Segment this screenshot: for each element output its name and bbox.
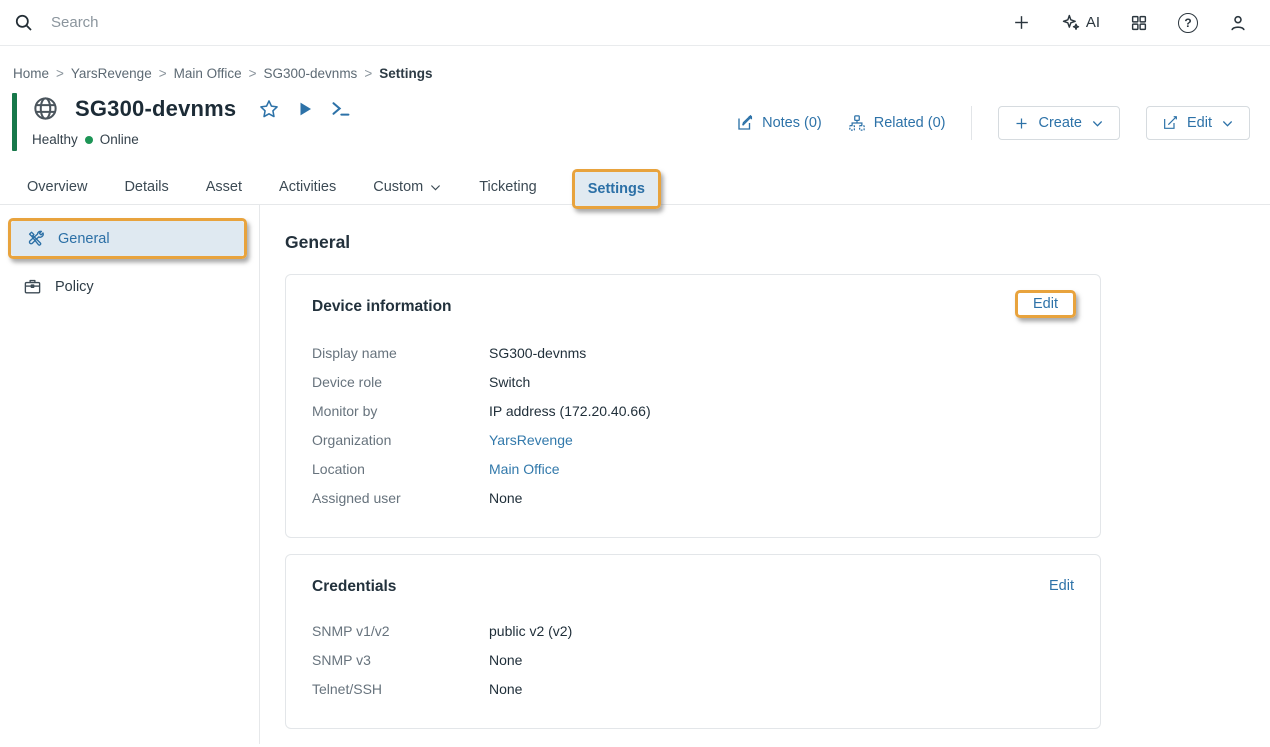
field-label: Location: [312, 461, 489, 477]
header-divider: [971, 106, 972, 140]
notes-label: Notes (0): [762, 115, 822, 131]
tab-custom[interactable]: Custom: [371, 170, 444, 204]
edit-device-button[interactable]: Edit: [1146, 106, 1250, 140]
device-title: SG300-devnms: [75, 96, 236, 122]
edit-label: Edit: [1187, 115, 1212, 131]
field-snmp-v1v2: SNMP v1/v2 public v2 (v2): [312, 616, 1074, 645]
sidebar-item-policy[interactable]: Policy: [8, 269, 247, 304]
breadcrumb-home[interactable]: Home: [13, 66, 49, 81]
field-value: Switch: [489, 374, 530, 390]
settings-sidebar: General Policy: [0, 205, 260, 744]
tab-settings[interactable]: Settings: [575, 172, 658, 206]
sidebar-item-general-label: General: [58, 231, 110, 247]
top-bar: AI ?: [0, 0, 1270, 46]
related-label: Related (0): [874, 115, 946, 131]
organization-link[interactable]: YarsRevenge: [489, 432, 573, 448]
tab-asset[interactable]: Asset: [204, 170, 244, 204]
field-label: Display name: [312, 345, 489, 361]
online-status-dot: [85, 136, 93, 144]
field-label: Telnet/SSH: [312, 681, 489, 697]
field-assigned-user: Assigned user None: [312, 483, 1074, 512]
add-icon[interactable]: [1012, 13, 1031, 32]
device-information-edit-link[interactable]: Edit: [1018, 293, 1073, 315]
tab-details[interactable]: Details: [122, 170, 170, 204]
breadcrumb: Home > YarsRevenge > Main Office > SG300…: [0, 46, 1270, 81]
device-information-card: Device information Edit Display name SG3…: [285, 274, 1101, 538]
search-icon[interactable]: [14, 13, 33, 32]
field-value: None: [489, 681, 522, 697]
breadcrumb-location[interactable]: Main Office: [174, 66, 242, 81]
breadcrumb-current-page: Settings: [379, 66, 432, 81]
sidebar-item-policy-label: Policy: [55, 279, 94, 295]
field-label: Assigned user: [312, 490, 489, 506]
user-account-icon[interactable]: [1228, 13, 1248, 33]
tab-custom-label: Custom: [373, 179, 423, 195]
online-status-label: Online: [100, 132, 139, 147]
breadcrumb-separator: >: [364, 66, 372, 81]
ai-label: AI: [1086, 14, 1100, 31]
apps-grid-icon[interactable]: [1130, 14, 1148, 32]
breadcrumb-device[interactable]: SG300-devnms: [264, 66, 358, 81]
settings-tab-annotation: Settings: [572, 169, 661, 209]
notes-button[interactable]: Notes (0): [736, 114, 822, 132]
tab-overview[interactable]: Overview: [25, 170, 89, 204]
breadcrumb-separator: >: [56, 66, 64, 81]
credentials-edit-link[interactable]: Edit: [1049, 578, 1074, 594]
credentials-title: Credentials: [312, 578, 396, 596]
field-value: None: [489, 490, 522, 506]
field-location: Location Main Office: [312, 454, 1074, 483]
field-value: SG300-devnms: [489, 345, 586, 361]
field-organization: Organization YarsRevenge: [312, 425, 1074, 454]
tab-ticketing[interactable]: Ticketing: [477, 170, 538, 204]
field-device-role: Device role Switch: [312, 367, 1074, 396]
health-accent-bar: [12, 93, 17, 151]
globe-device-icon: [32, 95, 59, 122]
breadcrumb-organization[interactable]: YarsRevenge: [71, 66, 152, 81]
field-label: SNMP v1/v2: [312, 623, 489, 639]
play-icon[interactable]: [296, 100, 314, 118]
chevron-down-icon: [1091, 117, 1104, 130]
device-header: SG300-devnms Healthy Online Notes (0) Re…: [0, 93, 1270, 151]
credentials-card: Credentials Edit SNMP v1/v2 public v2 (v…: [285, 554, 1101, 729]
field-display-name: Display name SG300-devnms: [312, 338, 1074, 367]
field-value: None: [489, 652, 522, 668]
field-label: SNMP v3: [312, 652, 489, 668]
field-telnet-ssh: Telnet/SSH None: [312, 674, 1074, 703]
chevron-down-icon: [429, 181, 442, 194]
breadcrumb-separator: >: [159, 66, 167, 81]
terminal-icon[interactable]: [330, 98, 351, 119]
device-tab-bar: Overview Details Asset Activities Custom…: [0, 167, 1270, 205]
edit-link-annotation: Edit: [1015, 290, 1076, 318]
general-item-annotation: General: [8, 218, 247, 259]
related-button[interactable]: Related (0): [848, 114, 946, 132]
briefcase-icon: [23, 277, 42, 296]
field-label: Monitor by: [312, 403, 489, 419]
tab-activities[interactable]: Activities: [277, 170, 338, 204]
ai-assistant-icon[interactable]: AI: [1061, 13, 1100, 33]
field-label: Device role: [312, 374, 489, 390]
chevron-down-icon: [1221, 117, 1234, 130]
device-information-title: Device information: [312, 298, 452, 316]
create-button[interactable]: Create: [998, 106, 1120, 140]
health-status-label: Healthy: [32, 132, 78, 147]
page-title: General: [285, 232, 1270, 253]
field-monitor-by: Monitor by IP address (172.20.40.66): [312, 396, 1074, 425]
field-value: IP address (172.20.40.66): [489, 403, 651, 419]
location-link[interactable]: Main Office: [489, 461, 560, 477]
field-snmp-v3: SNMP v3 None: [312, 645, 1074, 674]
help-icon[interactable]: ?: [1178, 13, 1198, 33]
breadcrumb-separator: >: [249, 66, 257, 81]
sidebar-item-general[interactable]: General: [11, 221, 244, 256]
field-label: Organization: [312, 432, 489, 448]
create-label: Create: [1038, 115, 1082, 131]
tools-icon: [26, 229, 45, 248]
favorite-star-icon[interactable]: [258, 98, 280, 120]
field-value: public v2 (v2): [489, 623, 572, 639]
settings-content: General Device information Edit Display …: [260, 205, 1270, 744]
search-input[interactable]: [51, 14, 351, 31]
